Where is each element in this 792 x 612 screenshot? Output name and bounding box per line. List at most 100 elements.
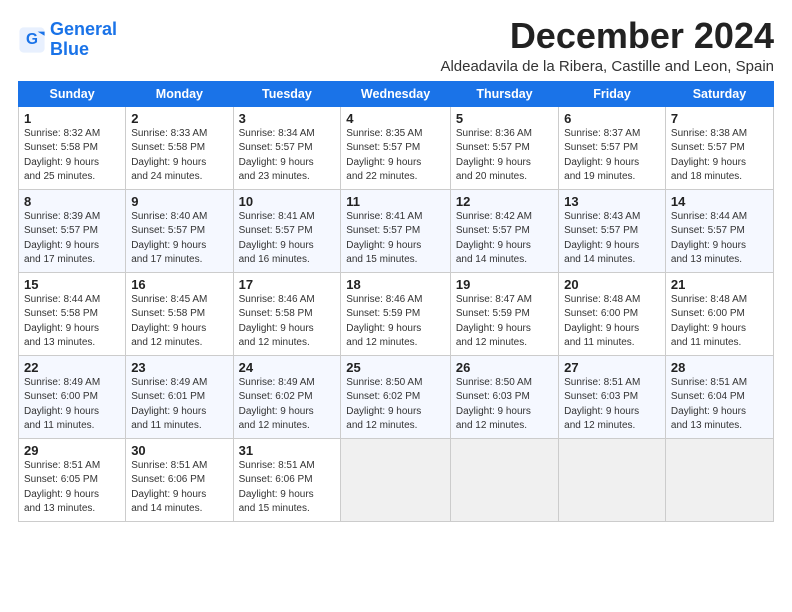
day-info: Sunrise: 8:40 AMSunset: 5:57 PMDaylight:…: [131, 210, 227, 268]
day-number: 7: [671, 111, 768, 126]
day-info: Sunrise: 8:44 AMSunset: 5:58 PMDaylight:…: [24, 293, 120, 351]
day-number: 23: [131, 360, 227, 375]
day-header-monday: Monday: [126, 81, 233, 106]
day-info: Sunrise: 8:51 AMSunset: 6:04 PMDaylight:…: [671, 376, 768, 434]
calendar-cell: 31Sunrise: 8:51 AMSunset: 6:06 PMDayligh…: [233, 438, 341, 521]
day-info: Sunrise: 8:41 AMSunset: 5:57 PMDaylight:…: [239, 210, 336, 268]
calendar-week-5: 29Sunrise: 8:51 AMSunset: 6:05 PMDayligh…: [19, 438, 774, 521]
day-number: 14: [671, 194, 768, 209]
calendar-cell: 10Sunrise: 8:41 AMSunset: 5:57 PMDayligh…: [233, 189, 341, 272]
day-info: Sunrise: 8:36 AMSunset: 5:57 PMDaylight:…: [456, 127, 553, 185]
day-info: Sunrise: 8:49 AMSunset: 6:02 PMDaylight:…: [239, 376, 336, 434]
day-number: 15: [24, 277, 120, 292]
day-number: 10: [239, 194, 336, 209]
day-number: 21: [671, 277, 768, 292]
calendar-cell: 3Sunrise: 8:34 AMSunset: 5:57 PMDaylight…: [233, 106, 341, 189]
main-title: December 2024: [440, 16, 774, 56]
day-number: 17: [239, 277, 336, 292]
day-number: 4: [346, 111, 445, 126]
calendar-header: SundayMondayTuesdayWednesdayThursdayFrid…: [19, 81, 774, 106]
day-header-saturday: Saturday: [665, 81, 773, 106]
day-number: 3: [239, 111, 336, 126]
day-info: Sunrise: 8:45 AMSunset: 5:58 PMDaylight:…: [131, 293, 227, 351]
logo-line1: General: [50, 19, 117, 39]
day-number: 1: [24, 111, 120, 126]
logo-icon: G: [18, 26, 46, 54]
calendar-cell: 27Sunrise: 8:51 AMSunset: 6:03 PMDayligh…: [559, 355, 666, 438]
calendar-cell: 15Sunrise: 8:44 AMSunset: 5:58 PMDayligh…: [19, 272, 126, 355]
day-info: Sunrise: 8:43 AMSunset: 5:57 PMDaylight:…: [564, 210, 660, 268]
calendar-body: 1Sunrise: 8:32 AMSunset: 5:58 PMDaylight…: [19, 106, 774, 521]
calendar-cell: [665, 438, 773, 521]
calendar-week-4: 22Sunrise: 8:49 AMSunset: 6:00 PMDayligh…: [19, 355, 774, 438]
day-info: Sunrise: 8:38 AMSunset: 5:57 PMDaylight:…: [671, 127, 768, 185]
day-info: Sunrise: 8:51 AMSunset: 6:06 PMDaylight:…: [239, 459, 336, 517]
day-info: Sunrise: 8:32 AMSunset: 5:58 PMDaylight:…: [24, 127, 120, 185]
day-info: Sunrise: 8:46 AMSunset: 5:58 PMDaylight:…: [239, 293, 336, 351]
calendar-cell: [559, 438, 666, 521]
calendar-cell: 25Sunrise: 8:50 AMSunset: 6:02 PMDayligh…: [341, 355, 451, 438]
day-info: Sunrise: 8:33 AMSunset: 5:58 PMDaylight:…: [131, 127, 227, 185]
day-header-sunday: Sunday: [19, 81, 126, 106]
day-number: 30: [131, 443, 227, 458]
calendar-cell: 6Sunrise: 8:37 AMSunset: 5:57 PMDaylight…: [559, 106, 666, 189]
day-number: 2: [131, 111, 227, 126]
day-info: Sunrise: 8:50 AMSunset: 6:03 PMDaylight:…: [456, 376, 553, 434]
calendar-cell: 30Sunrise: 8:51 AMSunset: 6:06 PMDayligh…: [126, 438, 233, 521]
day-info: Sunrise: 8:51 AMSunset: 6:03 PMDaylight:…: [564, 376, 660, 434]
day-info: Sunrise: 8:42 AMSunset: 5:57 PMDaylight:…: [456, 210, 553, 268]
calendar-table: SundayMondayTuesdayWednesdayThursdayFrid…: [18, 81, 774, 522]
day-number: 25: [346, 360, 445, 375]
svg-text:G: G: [26, 31, 38, 48]
calendar-cell: 23Sunrise: 8:49 AMSunset: 6:01 PMDayligh…: [126, 355, 233, 438]
day-number: 28: [671, 360, 768, 375]
calendar-cell: 1Sunrise: 8:32 AMSunset: 5:58 PMDaylight…: [19, 106, 126, 189]
day-info: Sunrise: 8:48 AMSunset: 6:00 PMDaylight:…: [671, 293, 768, 351]
day-number: 11: [346, 194, 445, 209]
day-number: 20: [564, 277, 660, 292]
day-info: Sunrise: 8:39 AMSunset: 5:57 PMDaylight:…: [24, 210, 120, 268]
calendar-week-1: 1Sunrise: 8:32 AMSunset: 5:58 PMDaylight…: [19, 106, 774, 189]
calendar-cell: [341, 438, 451, 521]
day-info: Sunrise: 8:51 AMSunset: 6:06 PMDaylight:…: [131, 459, 227, 517]
calendar-cell: 17Sunrise: 8:46 AMSunset: 5:58 PMDayligh…: [233, 272, 341, 355]
calendar-cell: [450, 438, 558, 521]
day-info: Sunrise: 8:41 AMSunset: 5:57 PMDaylight:…: [346, 210, 445, 268]
day-number: 24: [239, 360, 336, 375]
day-info: Sunrise: 8:50 AMSunset: 6:02 PMDaylight:…: [346, 376, 445, 434]
day-info: Sunrise: 8:35 AMSunset: 5:57 PMDaylight:…: [346, 127, 445, 185]
calendar-cell: 29Sunrise: 8:51 AMSunset: 6:05 PMDayligh…: [19, 438, 126, 521]
logo: G General Blue: [18, 20, 117, 60]
day-info: Sunrise: 8:49 AMSunset: 6:01 PMDaylight:…: [131, 376, 227, 434]
day-info: Sunrise: 8:37 AMSunset: 5:57 PMDaylight:…: [564, 127, 660, 185]
day-header-friday: Friday: [559, 81, 666, 106]
day-number: 29: [24, 443, 120, 458]
day-number: 9: [131, 194, 227, 209]
day-number: 27: [564, 360, 660, 375]
calendar-cell: 19Sunrise: 8:47 AMSunset: 5:59 PMDayligh…: [450, 272, 558, 355]
day-number: 19: [456, 277, 553, 292]
day-info: Sunrise: 8:49 AMSunset: 6:00 PMDaylight:…: [24, 376, 120, 434]
calendar-cell: 7Sunrise: 8:38 AMSunset: 5:57 PMDaylight…: [665, 106, 773, 189]
calendar-cell: 12Sunrise: 8:42 AMSunset: 5:57 PMDayligh…: [450, 189, 558, 272]
calendar-cell: 9Sunrise: 8:40 AMSunset: 5:57 PMDaylight…: [126, 189, 233, 272]
calendar-page: G General Blue December 2024 Aldeadavila…: [0, 0, 792, 532]
calendar-cell: 16Sunrise: 8:45 AMSunset: 5:58 PMDayligh…: [126, 272, 233, 355]
day-number: 6: [564, 111, 660, 126]
day-info: Sunrise: 8:44 AMSunset: 5:57 PMDaylight:…: [671, 210, 768, 268]
day-number: 22: [24, 360, 120, 375]
subtitle: Aldeadavila de la Ribera, Castille and L…: [440, 58, 774, 75]
day-number: 8: [24, 194, 120, 209]
day-number: 5: [456, 111, 553, 126]
day-info: Sunrise: 8:51 AMSunset: 6:05 PMDaylight:…: [24, 459, 120, 517]
calendar-cell: 28Sunrise: 8:51 AMSunset: 6:04 PMDayligh…: [665, 355, 773, 438]
calendar-cell: 20Sunrise: 8:48 AMSunset: 6:00 PMDayligh…: [559, 272, 666, 355]
calendar-cell: 18Sunrise: 8:46 AMSunset: 5:59 PMDayligh…: [341, 272, 451, 355]
calendar-cell: 14Sunrise: 8:44 AMSunset: 5:57 PMDayligh…: [665, 189, 773, 272]
day-number: 16: [131, 277, 227, 292]
calendar-cell: 8Sunrise: 8:39 AMSunset: 5:57 PMDaylight…: [19, 189, 126, 272]
day-header-wednesday: Wednesday: [341, 81, 451, 106]
calendar-cell: 13Sunrise: 8:43 AMSunset: 5:57 PMDayligh…: [559, 189, 666, 272]
calendar-week-2: 8Sunrise: 8:39 AMSunset: 5:57 PMDaylight…: [19, 189, 774, 272]
day-number: 18: [346, 277, 445, 292]
